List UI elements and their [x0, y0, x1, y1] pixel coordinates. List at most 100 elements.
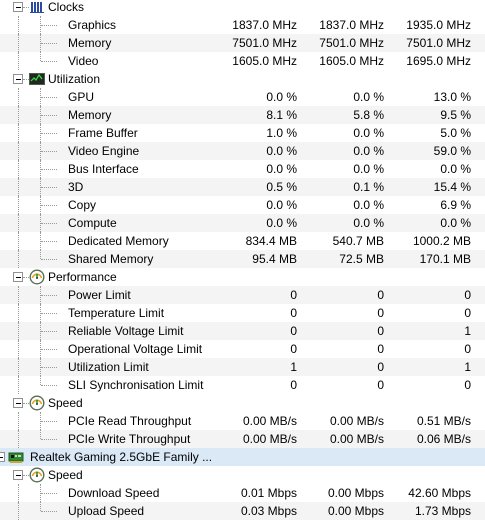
value-column-3: 6.9 %: [440, 198, 471, 212]
sensor-row[interactable]: Utilization Limit 1 0 1: [0, 358, 485, 376]
collapse-toggle[interactable]: [13, 470, 23, 480]
sensor-row[interactable]: Video 1605.0 MHz 1605.0 MHz 1695.0 MHz: [0, 52, 485, 70]
sensor-label: 3D: [68, 180, 84, 194]
value-column-2: 0.1 %: [353, 180, 384, 194]
tree-guide-line: [41, 313, 57, 314]
group-node-performance[interactable]: Performance: [0, 268, 485, 286]
value-column-2: 1605.0 MHz: [319, 54, 384, 68]
sensor-row[interactable]: Copy 0.0 % 0.0 % 6.9 %: [0, 196, 485, 214]
value-column-1: 0: [290, 324, 297, 338]
tree-guide-line: [41, 223, 57, 224]
device-node[interactable]: Realtek Gaming 2.5GbE Family ...: [0, 448, 485, 466]
value-column-3: 0.0 %: [440, 216, 471, 230]
value-column-1: 1.0 %: [266, 126, 297, 140]
sensor-row[interactable]: Power Limit 0 0 0: [0, 286, 485, 304]
tree-guide-line: [18, 484, 19, 502]
sensor-row[interactable]: SLI Synchronisation Limit 0 0 0: [0, 376, 485, 394]
tree-guide-line: [18, 142, 19, 160]
sensor-row[interactable]: Memory 8.1 % 5.8 % 9.5 %: [0, 106, 485, 124]
value-column-2: 5.8 %: [353, 108, 384, 122]
sensor-row[interactable]: Memory 7501.0 MHz 7501.0 MHz 7501.0 MHz: [0, 34, 485, 52]
sensor-row[interactable]: Upload Speed 0.03 Mbps 0.00 Mbps 1.73 Mbps: [0, 502, 485, 520]
value-column-1: 0.0 %: [266, 90, 297, 104]
sensor-label: Video: [68, 54, 99, 68]
tree-guide-line: [41, 151, 57, 152]
value-column-1: 0.00 MB/s: [242, 432, 297, 446]
tree-guide-line: [18, 304, 19, 322]
value-column-3: 15.4 %: [433, 180, 471, 194]
sensor-label: Dedicated Memory: [68, 234, 169, 248]
sensor-row[interactable]: Bus Interface 0.0 % 0.0 % 0.0 %: [0, 160, 485, 178]
value-column-3: 59.0 %: [433, 144, 471, 158]
value-column-2: 0: [377, 360, 384, 374]
value-column-2: 7501.0 MHz: [319, 36, 384, 50]
tree-guide-line: [18, 52, 19, 70]
group-label: Speed: [48, 468, 83, 482]
tree-guide-line: [18, 286, 19, 304]
tree-guide-line: [18, 34, 19, 52]
value-column-1: 1: [290, 360, 297, 374]
sensor-row[interactable]: Frame Buffer 1.0 % 0.0 % 5.0 %: [0, 124, 485, 142]
sensor-label: Temperature Limit: [68, 306, 165, 320]
sensor-label: Video Engine: [68, 144, 140, 158]
tree-guide-line: [18, 232, 19, 250]
sensor-row[interactable]: 3D 0.5 % 0.1 % 15.4 %: [0, 178, 485, 196]
tree-guide-line: [41, 187, 57, 188]
group-node-utilization[interactable]: Utilization: [0, 70, 485, 88]
utilization-graph-icon: [29, 71, 45, 87]
collapse-toggle[interactable]: [0, 452, 5, 462]
tree-guide-line: [41, 493, 57, 494]
value-column-3: 13.0 %: [433, 90, 471, 104]
value-column-3: 0: [464, 378, 471, 392]
value-column-1: 1837.0 MHz: [232, 18, 297, 32]
value-column-3: 1.73 Mbps: [414, 504, 471, 518]
sensor-row[interactable]: PCIe Read Throughput 0.00 MB/s 0.00 MB/s 0.…: [0, 412, 485, 430]
sensor-row[interactable]: Download Speed 0.01 Mbps 0.00 Mbps 42.60 Mb…: [0, 484, 485, 502]
tree-guide-line: [40, 376, 41, 385]
tree-guide-line: [18, 412, 19, 430]
value-column-2: 0: [377, 324, 384, 338]
group-node-speed[interactable]: Speed: [0, 394, 485, 412]
group-label: Performance: [48, 270, 117, 284]
value-column-1: 0: [290, 342, 297, 356]
value-column-3: 7501.0 MHz: [406, 36, 471, 50]
sensor-row[interactable]: GPU 0.0 % 0.0 % 13.0 %: [0, 88, 485, 106]
group-label: Utilization: [48, 72, 101, 86]
sensor-row[interactable]: Video Engine 0.0 % 0.0 % 59.0 %: [0, 142, 485, 160]
collapse-toggle[interactable]: [13, 398, 23, 408]
sensor-label: Download Speed: [68, 486, 160, 500]
value-column-3: 1695.0 MHz: [406, 54, 471, 68]
sensor-label: PCIe Write Throughput: [68, 432, 191, 446]
value-column-1: 95.4 MB: [252, 252, 297, 266]
sensor-label: Bus Interface: [68, 162, 139, 176]
value-column-2: 72.5 MB: [339, 252, 384, 266]
value-column-1: 0: [290, 288, 297, 302]
sensor-row[interactable]: Dedicated Memory 834.4 MB 540.7 MB 1000.2 M…: [0, 232, 485, 250]
sensor-row[interactable]: Shared Memory 95.4 MB 72.5 MB 170.1 MB: [0, 250, 485, 268]
sensor-row[interactable]: Operational Voltage Limit 0 0 0: [0, 340, 485, 358]
device-label: Realtek Gaming 2.5GbE Family ...: [30, 450, 213, 464]
value-column-2: 540.7 MB: [332, 234, 384, 248]
tree-guide-line: [18, 124, 19, 142]
collapse-toggle[interactable]: [13, 74, 23, 84]
sensor-row[interactable]: Graphics 1837.0 MHz 1837.0 MHz 1935.0 MHz: [0, 16, 485, 34]
tree-guide-line: [41, 439, 57, 440]
sensor-label: Memory: [68, 36, 112, 50]
sensor-row[interactable]: PCIe Write Throughput 0.00 MB/s 0.00 MB/s 0…: [0, 430, 485, 448]
clock-bars-icon: [29, 0, 45, 15]
value-column-2: 0.00 Mbps: [327, 486, 384, 500]
sensor-row[interactable]: Compute 0.0 % 0.0 % 0.0 %: [0, 214, 485, 232]
tree-guide-line: [41, 385, 57, 386]
value-column-1: 8.1 %: [266, 108, 297, 122]
collapse-toggle[interactable]: [13, 272, 23, 282]
collapse-toggle[interactable]: [13, 2, 23, 12]
sensor-row[interactable]: Temperature Limit 0 0 0: [0, 304, 485, 322]
sensor-label: Reliable Voltage Limit: [68, 324, 184, 338]
tree-guide-line: [41, 25, 57, 26]
tree-guide-line: [18, 196, 19, 214]
sensor-row[interactable]: Reliable Voltage Limit 0 0 1: [0, 322, 485, 340]
sensor-label: Utilization Limit: [68, 360, 149, 374]
value-column-1: 0.5 %: [266, 180, 297, 194]
group-node-clocks[interactable]: Clocks: [0, 0, 485, 16]
group-node-network-speed[interactable]: Speed: [0, 466, 485, 484]
